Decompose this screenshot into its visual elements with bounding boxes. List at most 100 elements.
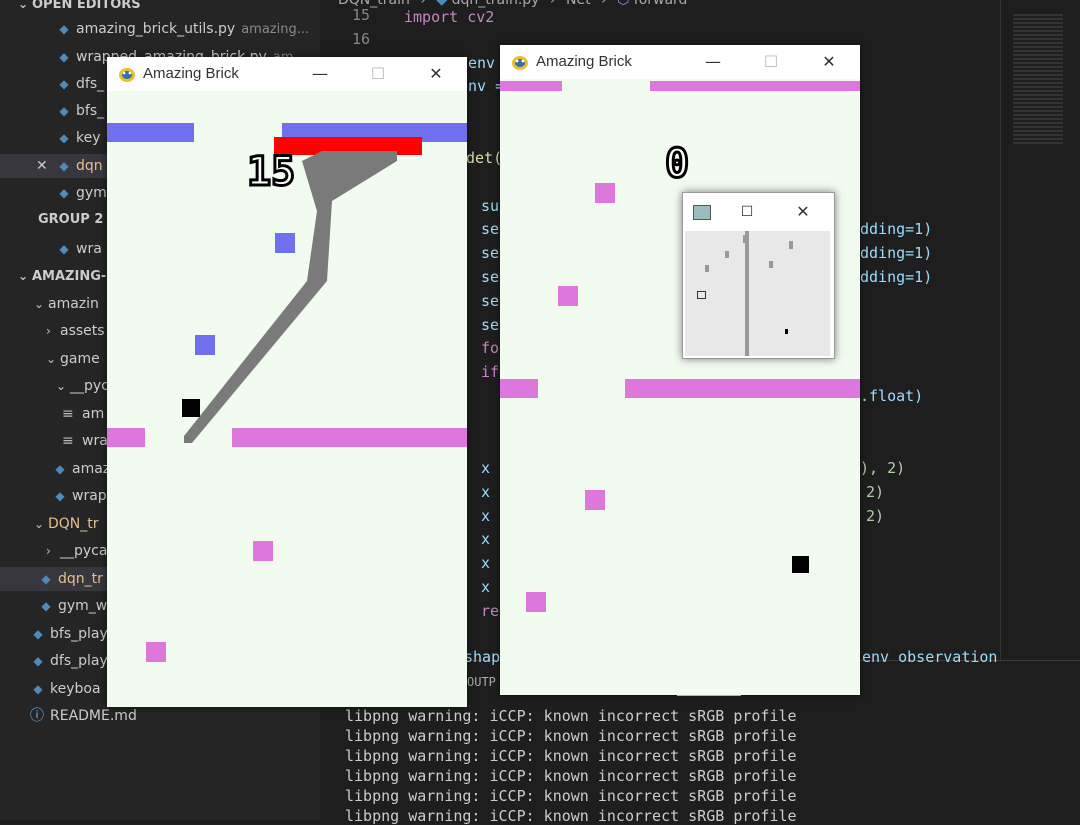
game-window-right[interactable]: Amazing Brick — ☐ ✕ 0 [500,45,860,695]
obs-player [785,329,788,334]
window-titlebar[interactable]: Amazing Brick — ☐ ✕ [107,57,467,91]
falling-block [558,286,578,306]
code-line[interactable]: 2) [866,481,884,504]
code-line[interactable]: se [481,266,499,289]
maximize-button[interactable]: ☐ [355,57,401,91]
terminal-line: libpng warning: iCCP: known incorrect sR… [345,767,797,785]
python-file-icon: ◆ [59,159,69,173]
close-button[interactable]: ✕ [413,57,459,91]
wall-bar [500,379,538,398]
obs-block [725,251,729,258]
code-line[interactable]: x [481,552,490,575]
chevron-right-icon: › [46,324,51,338]
score-display: 0 [663,140,690,189]
minimize-button[interactable]: — [297,57,343,91]
panel-tab-underline [677,695,741,696]
python-file-icon: ◆ [59,104,69,118]
falling-block [585,490,605,510]
terminal-line: libpng warning: iCCP: known incorrect sR… [345,747,797,765]
code-line[interactable]: x [481,528,490,551]
wall-bar [650,81,860,91]
python-file-icon: ◆ [59,22,69,36]
code-line[interactable]: re [481,600,499,623]
pygame-snake-icon [119,68,135,82]
code-line: env observation [862,648,998,666]
python-file-icon: ◆ [33,682,43,696]
terminal-line: libpng warning: iCCP: known incorrect sR… [345,727,797,745]
code-line[interactable]: det( [466,147,502,170]
obs-block [769,261,773,268]
window-titlebar[interactable]: ☐ ✕ [683,193,834,231]
code-line[interactable]: import cv2 [404,6,494,29]
file-lines-icon: ≡ [62,433,74,449]
code-line[interactable]: .float) [860,385,923,408]
wall-bar [107,123,194,142]
obs-block [789,241,793,249]
game-canvas[interactable]: 15 [107,91,467,707]
close-button[interactable]: ✕ [787,193,819,227]
terminal-line: libpng warning: iCCP: known incorrect sR… [345,807,797,825]
obs-wall [745,231,749,356]
falling-block [195,335,215,355]
wall-bar [625,379,860,398]
code-line[interactable]: 2) [866,505,884,528]
python-file-icon: ◆ [59,131,69,145]
code-line[interactable]: if [481,361,499,384]
code-line[interactable]: su [481,195,499,218]
observation-window[interactable]: ☐ ✕ [682,192,835,359]
file-lines-icon: ≡ [62,406,74,422]
wall-bar [232,428,467,447]
python-file-icon: ◆ [59,186,69,200]
code-line[interactable]: fo [481,337,499,360]
game-window-left[interactable]: Amazing Brick — ☐ ✕ 15 [107,57,467,707]
python-file-icon: ◆ [33,627,43,641]
falling-block [253,541,273,561]
code-line[interactable]: dding=1) [860,266,932,289]
terminal-line: libpng warning: iCCP: known incorrect sR… [345,787,797,805]
panel-tab-output[interactable]: OUTP [467,675,496,689]
open-editors-header[interactable]: ⌄ OPEN EDITORS [0,0,320,16]
observation-canvas [685,231,830,356]
python-file-icon: ◆ [55,489,65,503]
code-line[interactable]: se [481,218,499,241]
code-line[interactable]: ), 2) [860,457,905,480]
maximize-button[interactable]: ☐ [731,193,763,227]
code-line[interactable]: se [481,242,499,265]
close-button[interactable]: ✕ [806,45,852,79]
window-titlebar[interactable]: Amazing Brick — ☐ ✕ [500,45,860,79]
chevron-down-icon: ⌄ [34,517,45,531]
maximize-button[interactable]: ☐ [748,45,794,79]
falling-block [275,233,295,253]
close-icon[interactable]: ✕ [36,154,56,178]
chevron-down-icon: ⌄ [46,352,57,366]
python-file-icon: ◆ [33,654,43,668]
code-line[interactable]: nv = [468,75,504,98]
code-line[interactable]: se [481,314,499,337]
breadcrumb-item[interactable]: forward [634,0,688,8]
score-display: 15 [245,148,296,197]
game-canvas[interactable]: 0 [500,79,860,695]
code-line[interactable]: x [481,576,490,599]
python-file-icon: ◆ [41,572,51,586]
tree-file[interactable]: ⓘ README.md [0,704,320,728]
wall-bar [500,81,562,91]
code-line[interactable]: env [468,52,495,75]
obs-score [697,291,706,299]
python-file-icon: ◆ [55,462,65,476]
code-line[interactable]: x [481,505,490,528]
wall-bar [107,428,145,447]
code-line[interactable]: se [481,290,499,313]
breadcrumb-item[interactable]: Net [566,0,591,8]
chevron-down-icon: ⌄ [56,379,67,393]
code-line[interactable]: x [481,481,490,504]
method-icon: ⬡ [617,0,630,8]
open-editor-item[interactable]: ◆ amazing_brick_utils.py amazing... [0,17,320,41]
window-title: Amazing Brick [536,53,632,70]
falling-block [595,183,615,203]
code-line[interactable]: dding=1) [860,242,932,265]
window-icon [693,205,711,220]
python-file-icon: ◆ [41,599,51,613]
code-line[interactable]: x [481,457,490,480]
code-line[interactable]: dding=1) [860,218,932,241]
minimize-button[interactable]: — [690,45,736,79]
